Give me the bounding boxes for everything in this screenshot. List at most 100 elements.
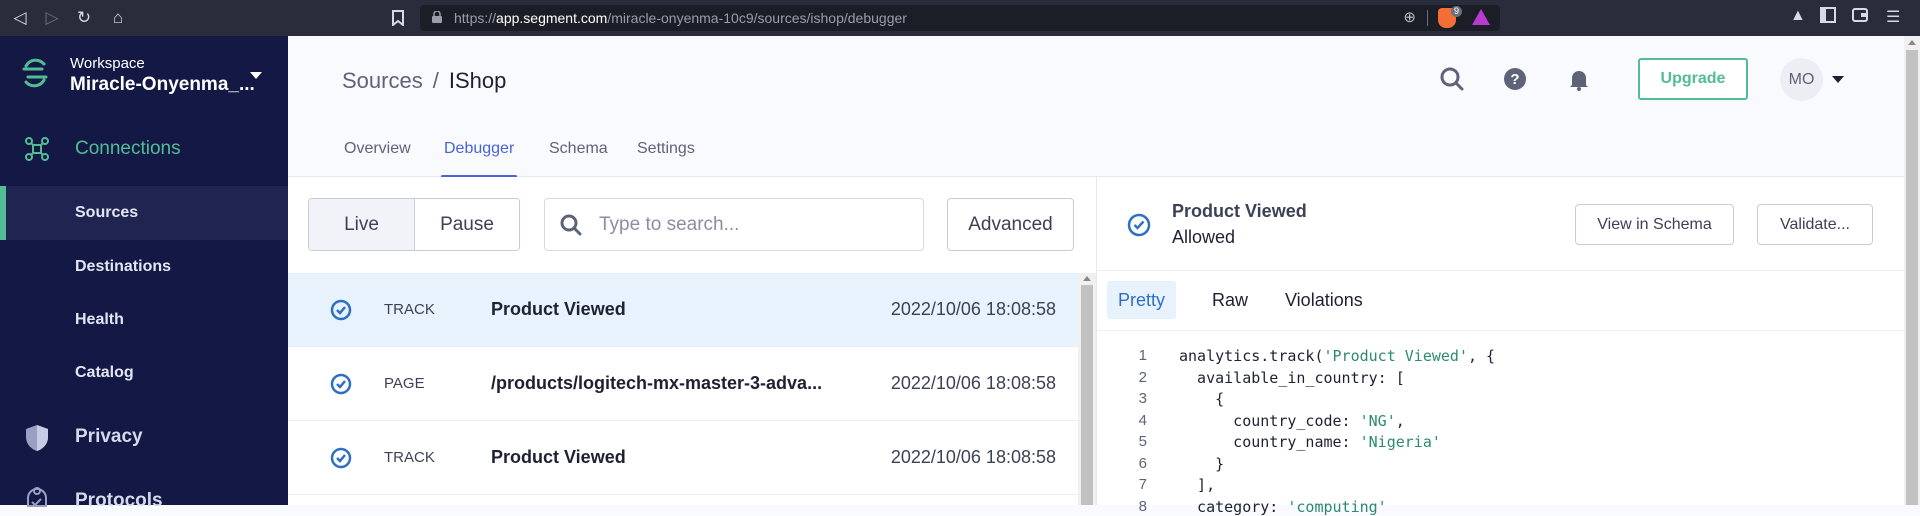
upgrade-button[interactable]: Upgrade: [1638, 58, 1748, 100]
detail-event-name: Product Viewed: [1172, 201, 1307, 221]
event-row[interactable]: TRACK Product Viewed 2022/10/06 18:08:58: [288, 421, 1078, 495]
code-line: {: [1179, 390, 1224, 408]
reload-icon[interactable]: ↻: [72, 6, 96, 30]
shield-icon: [26, 425, 48, 451]
zoom-icon[interactable]: ⊕: [1403, 8, 1416, 26]
source-tabs: Overview Debugger Schema Settings: [288, 130, 1904, 178]
extensions-icon[interactable]: ▲: [1790, 7, 1806, 25]
sidebar-item-privacy[interactable]: Privacy: [75, 426, 143, 448]
sidebar-item-sources[interactable]: Sources: [0, 186, 288, 240]
forward-icon[interactable]: ▷: [40, 6, 64, 30]
home-icon[interactable]: ⌂: [106, 6, 130, 30]
code-string: 'NG': [1359, 411, 1396, 430]
code-line: analytics.track('Product Viewed', {: [1179, 347, 1495, 365]
check-circle-icon: [330, 373, 352, 395]
account-dropdown-icon[interactable]: [1832, 76, 1844, 83]
line-number: 5: [1138, 433, 1147, 450]
code-line: }: [1179, 455, 1224, 473]
code-text: , {: [1468, 347, 1496, 365]
shield-count-badge: 9: [1450, 6, 1462, 17]
tab-pretty[interactable]: Pretty: [1107, 281, 1177, 319]
bookmark-icon[interactable]: [386, 6, 410, 30]
tab-debugger[interactable]: Debugger: [440, 140, 518, 178]
back-icon[interactable]: ◁: [8, 6, 32, 30]
event-row[interactable]: PAGE /products/logitech-mx-master-3-adva…: [288, 347, 1078, 421]
live-button[interactable]: Live: [309, 199, 415, 250]
line-number: 6: [1138, 454, 1147, 472]
code-string: 'computing': [1287, 497, 1387, 516]
breadcrumb-sources[interactable]: Sources: [342, 68, 423, 93]
event-list-scrollbar[interactable]: [1078, 273, 1096, 505]
sidebar-item-health[interactable]: Health: [0, 293, 288, 347]
tab-raw[interactable]: Raw: [1201, 281, 1259, 319]
workspace-label: Workspace: [70, 55, 145, 72]
code-text: ,: [1395, 411, 1405, 430]
event-type: TRACK: [384, 449, 435, 466]
line-number: 7: [1138, 476, 1147, 493]
detail-status: Allowed: [1172, 227, 1236, 247]
breadcrumb: Sources / IShop: [342, 68, 506, 94]
tab-schema[interactable]: Schema: [549, 140, 608, 177]
event-timestamp: 2022/10/06 18:08:58: [890, 373, 1056, 393]
connections-icon: [25, 137, 49, 161]
event-list-panel: Live Pause Advanced TRACK Product Viewed…: [288, 177, 1096, 505]
sidebar-item-catalog[interactable]: Catalog: [0, 346, 288, 400]
code-text: country_name:: [1179, 433, 1360, 451]
wallet-icon[interactable]: [1852, 7, 1868, 28]
event-row[interactable]: TRACK Product Viewed 2022/10/06 18:08:58: [288, 273, 1078, 347]
scroll-up-icon[interactable]: [1908, 40, 1916, 45]
validate-button[interactable]: Validate...: [1757, 204, 1873, 245]
check-circle-icon: [1127, 213, 1151, 237]
scrollbar-thumb[interactable]: [1081, 285, 1093, 505]
sidebar-item-protocols[interactable]: Protocols: [75, 490, 163, 512]
event-timestamp: 2022/10/06 18:08:58: [890, 299, 1056, 319]
event-detail-panel: Product Viewed Allowed View in Schema Va…: [1096, 177, 1905, 516]
svg-text:?: ?: [1510, 71, 1519, 88]
avatar[interactable]: MO: [1780, 58, 1823, 101]
page-scrollbar[interactable]: [1904, 36, 1920, 505]
code-string: 'Nigeria': [1359, 433, 1441, 451]
code-text: }: [1179, 454, 1225, 473]
browser-toolbar: ◁ ▷ ↻ ⌂ https://app.segment.com/miracle-…: [0, 0, 1920, 36]
code-line: available_in_country: [: [1179, 369, 1405, 387]
line-number: 4: [1138, 411, 1147, 429]
code-text: category:: [1179, 497, 1288, 516]
pause-button[interactable]: Pause: [415, 199, 519, 250]
advanced-button[interactable]: Advanced: [947, 198, 1074, 251]
view-in-schema-button[interactable]: View in Schema: [1575, 204, 1734, 245]
segment-logo-icon: [22, 58, 48, 88]
search-input[interactable]: [599, 211, 899, 239]
live-pause-toggle: Live Pause: [308, 198, 520, 251]
sidebar-item-connections[interactable]: Connections: [75, 138, 181, 160]
brave-rewards-icon[interactable]: [1472, 9, 1490, 25]
scroll-up-icon[interactable]: [1083, 276, 1091, 281]
event-timestamp: 2022/10/06 18:08:58: [890, 447, 1056, 467]
sidebar-item-destinations[interactable]: Destinations: [0, 240, 288, 294]
check-circle-icon: [330, 299, 352, 321]
code-line: country_name: 'Nigeria': [1179, 433, 1441, 451]
line-number: 3: [1138, 390, 1147, 407]
workspace-dropdown-icon[interactable]: [250, 72, 262, 79]
help-icon[interactable]: ?: [1502, 66, 1528, 92]
check-circle-icon: [330, 447, 352, 469]
menu-icon[interactable]: ☰: [1886, 7, 1900, 27]
sidebar: Workspace Miracle-Onyenma_... Connection…: [0, 36, 288, 511]
code-string: 'Product Viewed': [1323, 347, 1469, 365]
sidebar-icon[interactable]: [1820, 7, 1836, 28]
bell-icon[interactable]: [1566, 66, 1592, 92]
address-bar[interactable]: https://app.segment.com/miracle-onyenma-…: [420, 5, 1500, 31]
protocols-icon: [27, 487, 47, 507]
event-list: TRACK Product Viewed 2022/10/06 18:08:58…: [288, 273, 1078, 495]
tab-violations[interactable]: Violations: [1274, 281, 1374, 319]
tab-settings[interactable]: Settings: [637, 140, 695, 177]
workspace-name[interactable]: Miracle-Onyenma_...: [70, 74, 255, 96]
event-type: TRACK: [384, 301, 435, 318]
tab-overview[interactable]: Overview: [344, 140, 411, 177]
event-name: Product Viewed: [491, 299, 626, 319]
event-name: Product Viewed: [491, 447, 626, 467]
scrollbar-thumb[interactable]: [1906, 50, 1918, 505]
divider: [1427, 10, 1428, 26]
search-icon[interactable]: [1439, 66, 1465, 92]
code-line: country_code: 'NG',: [1179, 412, 1405, 430]
code-text: available_in_country: [: [1179, 368, 1405, 387]
